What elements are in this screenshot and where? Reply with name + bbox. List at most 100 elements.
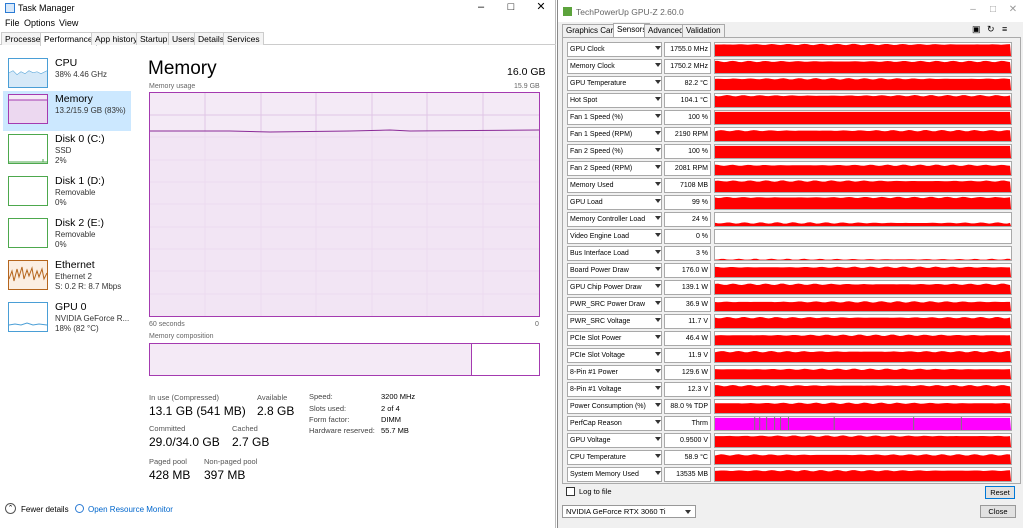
- sensor-name[interactable]: Hot Spot: [567, 93, 662, 108]
- sensor-graph-fill: [715, 145, 1011, 158]
- sensor-name[interactable]: Fan 2 Speed (%): [567, 144, 662, 159]
- chevron-down-icon[interactable]: [655, 335, 661, 339]
- tab-bar: Processes Performance App history Startu…: [0, 31, 556, 46]
- sensor-name[interactable]: PCIe Slot Voltage: [567, 348, 662, 363]
- tab-validation[interactable]: Validation: [682, 24, 725, 37]
- chevron-down-icon[interactable]: [655, 46, 661, 50]
- chevron-down-icon[interactable]: [655, 403, 661, 407]
- sensor-name[interactable]: 8-Pin #1 Voltage: [567, 382, 662, 397]
- sensor-name[interactable]: PerfCap Reason: [567, 416, 662, 431]
- chevron-down-icon[interactable]: [655, 148, 661, 152]
- chevron-down-icon[interactable]: [655, 301, 661, 305]
- sensor-graph-fill: [715, 60, 1011, 73]
- fewer-details-link[interactable]: Fewer details: [21, 505, 69, 514]
- sensor-name[interactable]: 8-Pin #1 Power: [567, 365, 662, 380]
- memory-in-use-segment: [150, 344, 472, 375]
- sensor-name[interactable]: Fan 1 Speed (RPM): [567, 127, 662, 142]
- chevron-down-icon[interactable]: [655, 97, 661, 101]
- sensor-name[interactable]: GPU Temperature: [567, 76, 662, 91]
- chevron-down-icon[interactable]: [655, 352, 661, 356]
- sensor-name[interactable]: Memory Controller Load: [567, 212, 662, 227]
- chevron-down-icon[interactable]: [655, 454, 661, 458]
- chevron-down-icon[interactable]: [655, 420, 661, 424]
- sensor-name[interactable]: PWR_SRC Voltage: [567, 314, 662, 329]
- gpuz-close-button[interactable]: ✕: [1003, 4, 1023, 18]
- menu-file[interactable]: File: [5, 18, 20, 28]
- sidebar-item-cpu[interactable]: CPU 38% 4.46 GHz: [3, 55, 131, 95]
- sidebar-item-memory[interactable]: Memory 13.2/15.9 GB (83%): [3, 91, 131, 131]
- sensor-name[interactable]: CPU Temperature: [567, 450, 662, 465]
- memory-composition-bar: [149, 343, 540, 376]
- chevron-down-icon[interactable]: [655, 63, 661, 67]
- tab-services[interactable]: Services: [223, 32, 264, 45]
- sensor-graph-fill: [715, 43, 1011, 56]
- ethernet-mini-graph: [8, 260, 48, 290]
- chevron-down-icon[interactable]: [655, 471, 661, 475]
- sidebar-item-disk-0[interactable]: Disk 0 (C:) SSD 2%: [3, 131, 131, 171]
- chevron-down-icon[interactable]: [655, 80, 661, 84]
- sensor-name[interactable]: PCIe Slot Power: [567, 331, 662, 346]
- chevron-down-icon[interactable]: [655, 318, 661, 322]
- sidebar-item-gpu-0[interactable]: GPU 0 NVIDIA GeForce R... 18% (82 °C): [3, 299, 131, 339]
- chevron-down-icon[interactable]: [655, 182, 661, 186]
- close-dialog-button[interactable]: Close: [980, 505, 1016, 518]
- sidebar-item-detail: SSD: [55, 146, 72, 155]
- open-resource-monitor-link[interactable]: Open Resource Monitor: [88, 505, 173, 514]
- gpu-select[interactable]: NVIDIA GeForce RTX 3060 Ti: [562, 505, 696, 518]
- reset-button[interactable]: Reset: [985, 486, 1015, 499]
- chevron-down-icon[interactable]: [655, 233, 661, 237]
- refresh-icon[interactable]: ↻: [987, 24, 995, 35]
- chevron-down-icon[interactable]: [655, 199, 661, 203]
- sensor-name[interactable]: Power Consumption (%): [567, 399, 662, 414]
- camera-icon[interactable]: ▣: [972, 24, 981, 35]
- minimize-button[interactable]: –: [466, 0, 496, 16]
- memory-usage-graph: [149, 92, 540, 317]
- chevron-down-icon[interactable]: [655, 369, 661, 373]
- sensor-name[interactable]: GPU Voltage: [567, 433, 662, 448]
- sensor-value: 1755.0 MHz: [664, 42, 711, 57]
- chevron-down-icon[interactable]: [655, 250, 661, 254]
- sensor-name[interactable]: Memory Used: [567, 178, 662, 193]
- sensor-name[interactable]: Board Power Draw: [567, 263, 662, 278]
- sensor-name[interactable]: System Memory Used: [567, 467, 662, 482]
- sensor-name[interactable]: PWR_SRC Power Draw: [567, 297, 662, 312]
- sensor-value: 100 %: [664, 110, 711, 125]
- sensor-graph: [714, 331, 1012, 346]
- tab-performance[interactable]: Performance: [40, 32, 97, 46]
- chevron-down-icon[interactable]: [655, 216, 661, 220]
- sensor-name[interactable]: Fan 2 Speed (RPM): [567, 161, 662, 176]
- chevron-down-icon[interactable]: [655, 267, 661, 271]
- sensor-name[interactable]: GPU Clock: [567, 42, 662, 57]
- close-button[interactable]: ✕: [526, 0, 556, 16]
- sensor-name[interactable]: Fan 1 Speed (%): [567, 110, 662, 125]
- chevron-down-icon[interactable]: [655, 114, 661, 118]
- gpuz-minimize-button[interactable]: –: [963, 4, 983, 18]
- menu-options[interactable]: Options: [24, 18, 55, 28]
- sidebar-item-disk-2[interactable]: Disk 2 (E:) Removable 0%: [3, 215, 131, 255]
- sensor-graph-fill: [715, 283, 1011, 294]
- sensor-name[interactable]: Memory Clock: [567, 59, 662, 74]
- sensor-row: Board Power Draw 176.0 W: [567, 263, 1012, 279]
- chevron-down-icon[interactable]: [655, 437, 661, 441]
- cpu-mini-graph: [8, 58, 48, 88]
- sensor-value: 2081 RPM: [664, 161, 711, 176]
- sensor-name[interactable]: GPU Chip Power Draw: [567, 280, 662, 295]
- tab-app-history[interactable]: App history: [91, 32, 142, 45]
- sensor-name[interactable]: GPU Load: [567, 195, 662, 210]
- sidebar-item-ethernet[interactable]: Ethernet Ethernet 2 S: 0.2 R: 8.7 Mbps: [3, 257, 131, 297]
- chevron-up-icon[interactable]: ⌃: [5, 503, 16, 514]
- chevron-down-icon[interactable]: [655, 131, 661, 135]
- chevron-down-icon[interactable]: [655, 165, 661, 169]
- log-to-file-checkbox[interactable]: [566, 487, 575, 496]
- sensor-name[interactable]: Bus Interface Load: [567, 246, 662, 261]
- chevron-down-icon[interactable]: [655, 386, 661, 390]
- chevron-down-icon[interactable]: [655, 284, 661, 288]
- sidebar-item-disk-1[interactable]: Disk 1 (D:) Removable 0%: [3, 173, 131, 213]
- gpuz-maximize-button[interactable]: □: [983, 4, 1003, 18]
- sensor-name[interactable]: Video Engine Load: [567, 229, 662, 244]
- menu-icon[interactable]: ≡: [1002, 24, 1007, 34]
- menu-view[interactable]: View: [59, 18, 78, 28]
- maximize-button[interactable]: □: [496, 0, 526, 16]
- tab-startup[interactable]: Startup: [136, 32, 172, 45]
- sensor-graph: [714, 365, 1012, 380]
